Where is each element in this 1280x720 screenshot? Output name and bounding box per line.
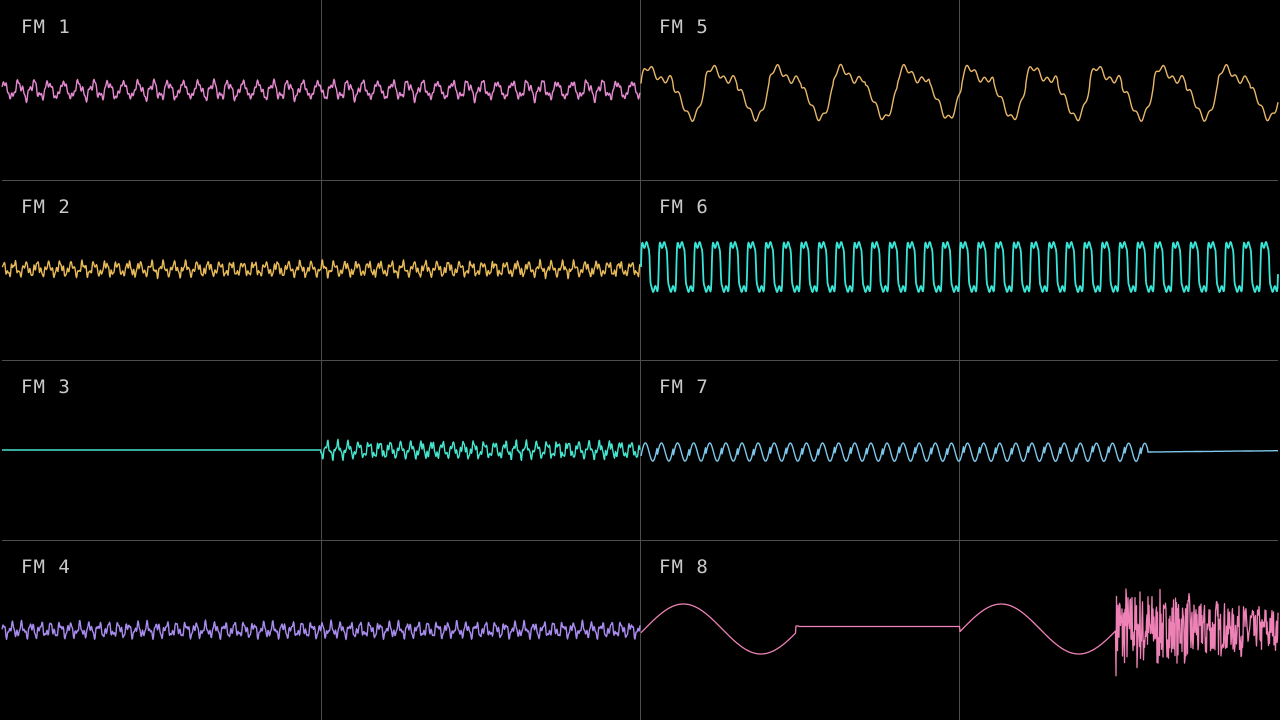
channel-label-fm2: FM 2: [21, 196, 71, 218]
channel-label-fm1: FM 1: [21, 16, 71, 38]
waveform-fm6: [640, 241, 1279, 293]
channel-label-fm8: FM 8: [659, 556, 709, 578]
channel-label-fm5: FM 5: [659, 16, 709, 38]
channel-label-fm6: FM 6: [659, 196, 709, 218]
channel-label-fm7: FM 7: [659, 376, 709, 398]
waveform-canvas: [1, 0, 1279, 720]
grid-lines: [2, 0, 1278, 720]
channel-label-fm4: FM 4: [21, 556, 71, 578]
channel-label-fm3: FM 3: [21, 376, 71, 398]
